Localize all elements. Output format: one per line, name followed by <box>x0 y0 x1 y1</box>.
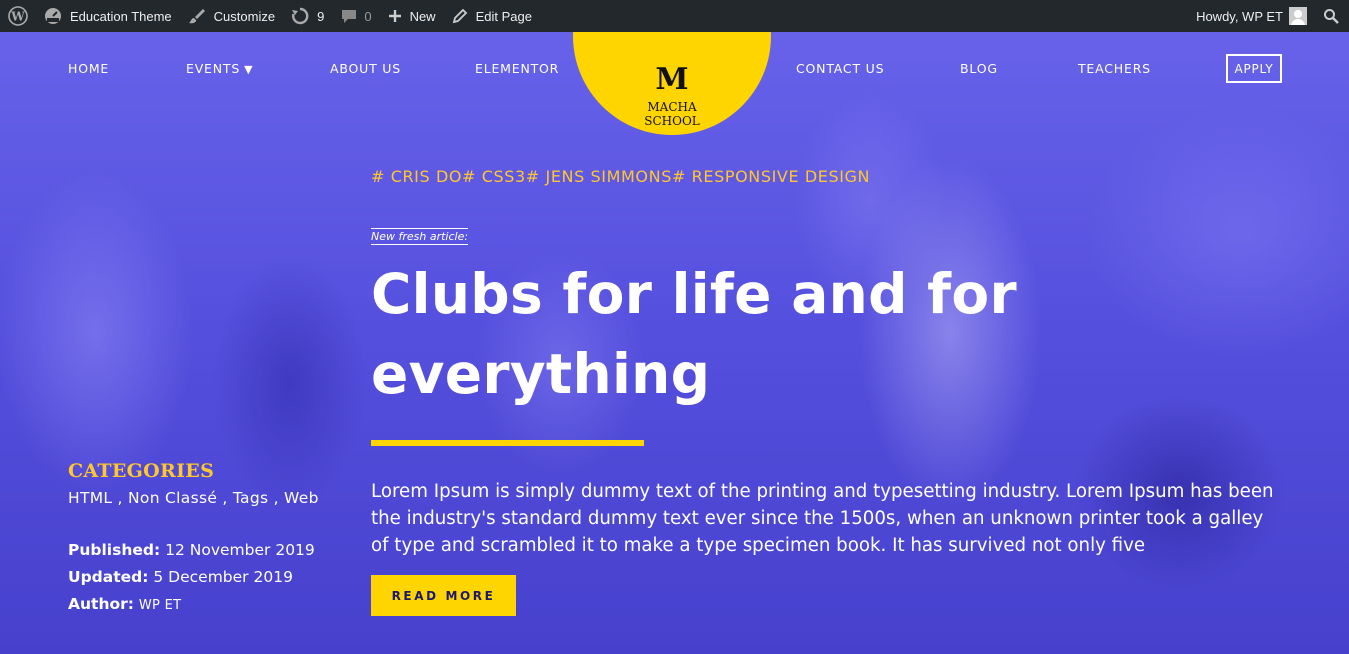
post-tags[interactable]: # CRIS DO# CSS3# JENS SIMMONS# RESPONSIV… <box>371 167 870 186</box>
title-underline <box>371 440 644 446</box>
author-label: Author: <box>68 595 134 613</box>
read-more-button[interactable]: READ MORE <box>371 575 516 616</box>
nav-teachers[interactable]: TEACHERS <box>1078 61 1151 76</box>
wordpress-logo-icon[interactable]: W <box>0 0 36 32</box>
updates-icon <box>292 7 309 25</box>
search-icon <box>1324 9 1339 24</box>
comments-link[interactable]: 0 <box>332 0 379 32</box>
customize-link[interactable]: Customize <box>180 0 283 32</box>
published-meta: Published: 12 November 2019 <box>68 541 315 559</box>
post-kicker: New fresh article: <box>371 228 469 245</box>
admin-bar: W Education Theme Customize 9 0 New Edit… <box>0 0 1349 32</box>
author-name[interactable]: WP ET <box>139 598 181 613</box>
nav-about-us[interactable]: ABOUT US <box>330 61 401 76</box>
nav-elementor[interactable]: ELEMENTOR <box>475 61 559 76</box>
logo-line-1: MACHA <box>647 100 697 114</box>
logo-mark: M <box>655 62 689 97</box>
new-content-link[interactable]: New <box>380 0 444 32</box>
my-account-menu[interactable]: Howdy, WP ET <box>1188 0 1315 32</box>
edit-page-link[interactable]: Edit Page <box>444 0 540 32</box>
avatar <box>1289 7 1307 25</box>
comment-icon <box>342 10 357 23</box>
dashboard-icon <box>45 8 61 24</box>
author-meta: Author: WP ET <box>68 595 181 613</box>
howdy-label: Howdy, WP ET <box>1196 8 1283 24</box>
updates-link[interactable]: 9 <box>283 0 332 32</box>
updated-label: Updated: <box>68 568 149 586</box>
site-name-label: Education Theme <box>70 8 172 24</box>
nav-events-label: EVENTS <box>186 61 241 76</box>
post-title: Clubs for life and for everything <box>371 262 1017 406</box>
published-date: 12 November 2019 <box>165 541 315 559</box>
published-label: Published: <box>68 541 161 559</box>
plus-icon <box>388 10 401 22</box>
categories-list[interactable]: HTML , Non Classé , Tags , Web <box>68 489 319 507</box>
new-label: New <box>409 8 436 24</box>
main-navigation: HOME EVENTS ▼ ABOUT US ELEMENTOR CONTACT … <box>0 0 1349 135</box>
nav-home[interactable]: HOME <box>68 61 109 76</box>
post-excerpt: Lorem Ipsum is simply dummy text of the … <box>371 481 1274 556</box>
updated-meta: Updated: 5 December 2019 <box>68 568 293 586</box>
customize-label: Customize <box>213 8 276 24</box>
updated-date: 5 December 2019 <box>153 568 293 586</box>
brush-icon <box>188 9 205 24</box>
logo-line-2: SCHOOL <box>644 114 700 128</box>
nav-events[interactable]: EVENTS ▼ <box>186 61 253 76</box>
dropdown-arrow-icon: ▼ <box>244 63 254 76</box>
apply-button[interactable]: APPLY <box>1226 54 1282 83</box>
site-name-menu[interactable]: Education Theme <box>36 0 180 32</box>
updates-count: 9 <box>317 8 325 24</box>
admin-search[interactable] <box>1315 0 1349 32</box>
categories-heading: CATEGORIES <box>68 460 215 482</box>
nav-blog[interactable]: BLOG <box>960 61 998 76</box>
edit-page-label: Edit Page <box>475 8 532 24</box>
pencil-icon <box>452 8 467 24</box>
comments-count: 0 <box>364 8 372 24</box>
nav-contact-us[interactable]: CONTACT US <box>796 61 884 76</box>
svg-text:W: W <box>10 10 25 24</box>
